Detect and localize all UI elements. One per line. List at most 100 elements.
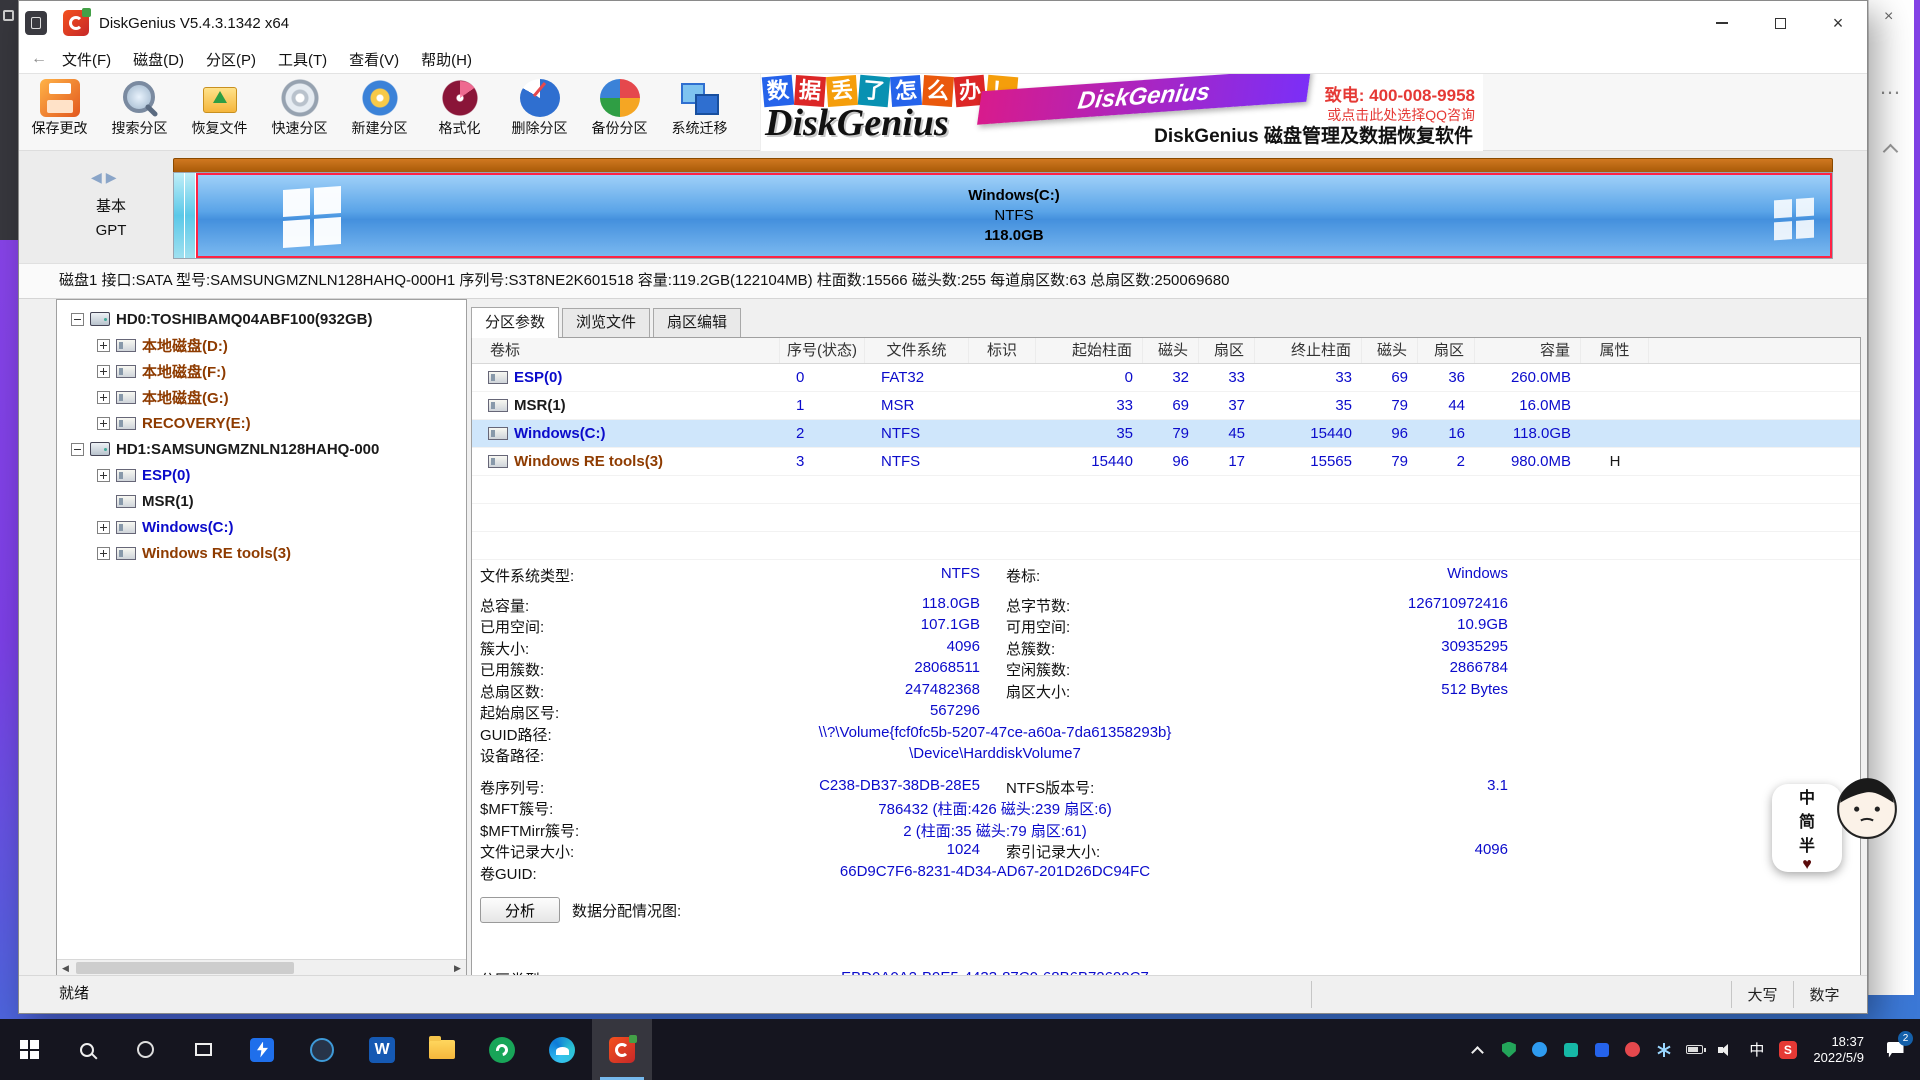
msr-partition-block[interactable] <box>185 173 196 258</box>
scroll-left-icon[interactable]: ◀ <box>57 963 74 974</box>
partition-icon <box>488 399 508 412</box>
scrollbar-thumb[interactable] <box>76 962 294 974</box>
window-title: DiskGenius V5.4.3.1342 x64 <box>99 15 289 32</box>
disk-nav-arrows-icon[interactable]: ◀▶ <box>91 169 121 186</box>
tab-partition-params[interactable]: 分区参数 <box>471 307 559 338</box>
close-button[interactable]: × <box>1809 1 1867 45</box>
system-tray: 中 S 18:37 2022/5/9 2 <box>1462 1019 1920 1080</box>
format-button[interactable]: 格式化 <box>420 76 499 148</box>
tray-antivirus[interactable] <box>1493 1019 1524 1080</box>
menu-file[interactable]: 文件(F) <box>51 46 122 73</box>
tree-item-hd0[interactable]: HD0:TOSHIBAMQ04ABF100(932GB) <box>57 306 466 332</box>
tab-browse-files[interactable]: 浏览文件 <box>562 308 650 337</box>
tray-expand-button[interactable] <box>1462 1019 1493 1080</box>
ime-mascot-face[interactable] <box>1834 774 1900 840</box>
taskbar-clock[interactable]: 18:37 2022/5/9 <box>1803 1034 1874 1066</box>
new-partition-button[interactable]: 新建分区 <box>340 76 419 148</box>
tree-item-recovery-e[interactable]: RECOVERY(E:) <box>57 410 466 436</box>
tree-item-hd1[interactable]: HD1:SAMSUNGMZNLN128HAHQ-000 <box>57 436 466 462</box>
taskbar-search-button[interactable] <box>58 1019 116 1080</box>
tree-item-msr[interactable]: MSR(1) <box>57 488 466 514</box>
detail-row: 簇大小:4096 总簇数:30935295 <box>472 638 1860 660</box>
expand-icon[interactable] <box>97 417 110 430</box>
minimize-button[interactable] <box>1693 1 1751 45</box>
windows-logo-icon <box>283 186 341 248</box>
collapse-icon[interactable] <box>71 313 84 326</box>
tray-teal-app[interactable] <box>1555 1019 1586 1080</box>
quick-partition-button[interactable]: 快速分区 <box>260 76 339 148</box>
ad-subtitle: DiskGenius 磁盘管理及数据恢复软件 <box>1154 121 1473 148</box>
expand-icon[interactable] <box>97 469 110 482</box>
scrollbar-track[interactable] <box>74 960 449 976</box>
ime-status-bar[interactable]: 中 简 半 ♥ <box>1772 784 1842 872</box>
menu-partition[interactable]: 分区(P) <box>195 46 267 73</box>
ime-halfwidth-mode[interactable]: 半 <box>1799 832 1815 856</box>
taskbar-app-word[interactable]: W <box>352 1019 412 1080</box>
back-arrow-icon[interactable]: ← <box>27 50 51 68</box>
taskbar-app-diskgenius-active[interactable] <box>592 1019 652 1080</box>
table-row-esp[interactable]: ESP(0) 0 FAT32 0 32 33 33 69 36 260.0MB <box>472 364 1860 392</box>
tray-snowflake-app[interactable] <box>1648 1019 1679 1080</box>
tray-blue-square-app[interactable] <box>1586 1019 1617 1080</box>
close-icon[interactable]: × <box>1884 8 1893 26</box>
tab-sector-edit[interactable]: 扇区编辑 <box>653 308 741 337</box>
tree-item-local-d[interactable]: 本地磁盘(D:) <box>57 332 466 358</box>
expand-icon[interactable] <box>97 521 110 534</box>
start-button[interactable] <box>0 1019 58 1080</box>
menu-view[interactable]: 查看(V) <box>338 46 410 73</box>
menu-tools[interactable]: 工具(T) <box>267 46 338 73</box>
analyze-button[interactable]: 分析 <box>480 897 560 923</box>
ad-banner[interactable]: 数 据 丢 了 怎 么 办 ！ DiskGenius DiskGenius 致电… <box>760 74 1483 151</box>
disk-partition-bar: Windows(C:) NTFS 118.0GB <box>173 172 1833 259</box>
taskbar-app-green[interactable] <box>472 1019 532 1080</box>
save-changes-button[interactable]: 保存更改 <box>20 76 99 148</box>
maximize-button[interactable] <box>1751 1 1809 45</box>
expand-icon[interactable] <box>97 339 110 352</box>
tree-horizontal-scrollbar[interactable]: ◀ ▶ <box>57 959 466 976</box>
backup-partition-button[interactable]: 备份分区 <box>580 76 659 148</box>
task-view-button[interactable] <box>174 1019 232 1080</box>
ime-lang-mode[interactable]: 中 <box>1799 784 1815 808</box>
tray-blue-app[interactable] <box>1524 1019 1555 1080</box>
ime-simplified-mode[interactable]: 简 <box>1799 808 1815 832</box>
delete-partition-button[interactable]: 删除分区 <box>500 76 579 148</box>
tray-sogou[interactable]: S <box>1772 1019 1803 1080</box>
expand-icon[interactable] <box>97 365 110 378</box>
ime-floating-widget[interactable]: 中 简 半 ♥ <box>1772 774 1912 878</box>
expand-icon[interactable] <box>97 547 110 560</box>
table-row-windows-re[interactable]: Windows RE tools(3) 3 NTFS 15440 96 17 1… <box>472 448 1860 476</box>
tray-battery[interactable] <box>1679 1019 1710 1080</box>
action-center-button[interactable]: 2 <box>1874 1019 1916 1080</box>
more-options-icon[interactable]: … <box>1879 74 1903 100</box>
tree-item-local-f[interactable]: 本地磁盘(F:) <box>57 358 466 384</box>
expand-icon[interactable] <box>97 391 110 404</box>
esp-partition-block[interactable] <box>174 173 185 258</box>
scroll-right-icon[interactable]: ▶ <box>449 963 466 974</box>
heart-icon[interactable]: ♥ <box>1802 856 1812 874</box>
chevron-up-icon[interactable] <box>1883 144 1899 160</box>
menu-disk[interactable]: 磁盘(D) <box>122 46 195 73</box>
cortana-button[interactable] <box>116 1019 174 1080</box>
taskbar-app-edge[interactable] <box>532 1019 592 1080</box>
search-partition-button[interactable]: 搜索分区 <box>100 76 179 148</box>
tray-language[interactable]: 中 <box>1741 1019 1772 1080</box>
system-migration-button[interactable]: 系统迁移 <box>660 76 739 148</box>
tray-volume[interactable] <box>1710 1019 1741 1080</box>
tree-item-windows-re[interactable]: Windows RE tools(3) <box>57 540 466 566</box>
taskbar-app-lightning[interactable] <box>232 1019 292 1080</box>
detail-row: GUID路径:\\?\Volume{fcf0fc5b-5207-47ce-a60… <box>472 724 1860 746</box>
taskbar-app-explorer[interactable] <box>412 1019 472 1080</box>
table-row-windows-c-selected[interactable]: Windows(C:) 2 NTFS 35 79 45 15440 96 16 … <box>472 420 1860 448</box>
tray-red-app[interactable] <box>1617 1019 1648 1080</box>
search-partition-icon <box>120 79 160 117</box>
tree-item-windows-c[interactable]: Windows(C:) <box>57 514 466 540</box>
table-row-msr[interactable]: MSR(1) 1 MSR 33 69 37 35 79 44 16.0MB <box>472 392 1860 420</box>
taskbar-app-dark[interactable] <box>292 1019 352 1080</box>
menu-help[interactable]: 帮助(H) <box>410 46 483 73</box>
disk-icon <box>90 312 110 326</box>
collapse-icon[interactable] <box>71 443 84 456</box>
windows-partition-block[interactable]: Windows(C:) NTFS 118.0GB <box>196 173 1832 258</box>
recover-files-button[interactable]: 恢复文件 <box>180 76 259 148</box>
tree-item-esp[interactable]: ESP(0) <box>57 462 466 488</box>
tree-item-local-g[interactable]: 本地磁盘(G:) <box>57 384 466 410</box>
